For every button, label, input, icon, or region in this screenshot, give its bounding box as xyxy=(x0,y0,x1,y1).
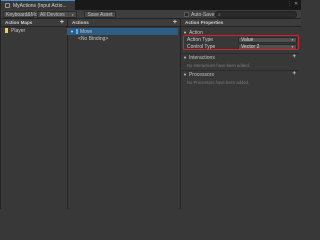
binding-label: <No Binding> xyxy=(78,35,109,42)
processors-title: Processors xyxy=(188,71,214,78)
expand-triangle-icon: ▼ xyxy=(183,55,187,60)
action-maps-title: Action Maps xyxy=(5,20,33,25)
processors-empty-message: No Processors have been added. xyxy=(187,80,250,85)
menu-icon[interactable]: ⋮ xyxy=(287,2,292,7)
expand-triangle-icon: ▼ xyxy=(183,72,187,77)
action-properties-title: Action Properties xyxy=(185,20,224,25)
interactions-section-header[interactable]: ▼ Interactions xyxy=(181,54,301,61)
auto-save-toggle[interactable]: Auto-Save xyxy=(184,11,214,18)
action-map-label: Player xyxy=(11,27,26,34)
interactions-empty-message: No Interactions have been added. xyxy=(187,63,250,68)
actions-panel xyxy=(68,27,180,209)
action-properties-header: Action Properties xyxy=(181,19,301,27)
action-map-item[interactable]: Player xyxy=(1,27,64,34)
save-asset-label: Save Asset xyxy=(87,11,113,18)
highlight-box xyxy=(183,35,299,50)
action-label: Move xyxy=(79,28,93,35)
auto-save-checkbox[interactable] xyxy=(184,12,189,17)
action-marker xyxy=(75,29,78,34)
auto-save-label: Auto-Save xyxy=(191,11,215,18)
interactions-title: Interactions xyxy=(188,54,215,61)
save-asset-button[interactable]: Save Asset xyxy=(84,11,116,18)
add-interaction-button[interactable]: + xyxy=(292,54,296,60)
chevron-down-icon: ▼ xyxy=(71,12,74,17)
action-maps-header: Action Maps + xyxy=(1,19,67,27)
binding-item[interactable]: <No Binding> xyxy=(67,35,178,42)
editor-tab[interactable]: MyActions (Input Actio... xyxy=(1,0,75,10)
search-input[interactable]: ⌕ xyxy=(215,11,297,18)
add-processor-button[interactable]: + xyxy=(292,71,296,77)
action-map-marker xyxy=(5,28,8,33)
control-scheme-dropdown[interactable]: Keyboard&Mouse ▼ xyxy=(3,11,51,18)
tab-bar: MyActions (Input Actio... ⋮ ✕ xyxy=(1,0,301,10)
search-icon: ⌕ xyxy=(218,12,221,18)
tab-title: MyActions (Input Actio... xyxy=(13,2,67,9)
toolbar: Keyboard&Mouse ▼ All Devices ▼ Save Asse… xyxy=(1,10,301,19)
expand-triangle-icon[interactable]: ▼ xyxy=(70,29,74,34)
close-icon[interactable]: ✕ xyxy=(294,2,298,7)
action-item-move[interactable]: ▼ Move xyxy=(67,28,178,35)
add-action-map-button[interactable]: + xyxy=(60,19,64,27)
input-actions-window: MyActions (Input Actio... ⋮ ✕ Keyboard&M… xyxy=(0,0,301,209)
devices-dropdown[interactable]: All Devices ▼ xyxy=(37,11,77,18)
window-controls: ⋮ ✕ xyxy=(287,2,298,7)
action-maps-panel: Player xyxy=(1,27,67,209)
processors-section-header[interactable]: ▼ Processors xyxy=(181,71,301,78)
devices-label: All Devices xyxy=(40,11,65,18)
actions-header: Actions + xyxy=(68,19,180,27)
actions-title: Actions xyxy=(72,20,89,25)
input-asset-icon xyxy=(5,3,10,8)
add-action-button[interactable]: + xyxy=(173,19,177,27)
